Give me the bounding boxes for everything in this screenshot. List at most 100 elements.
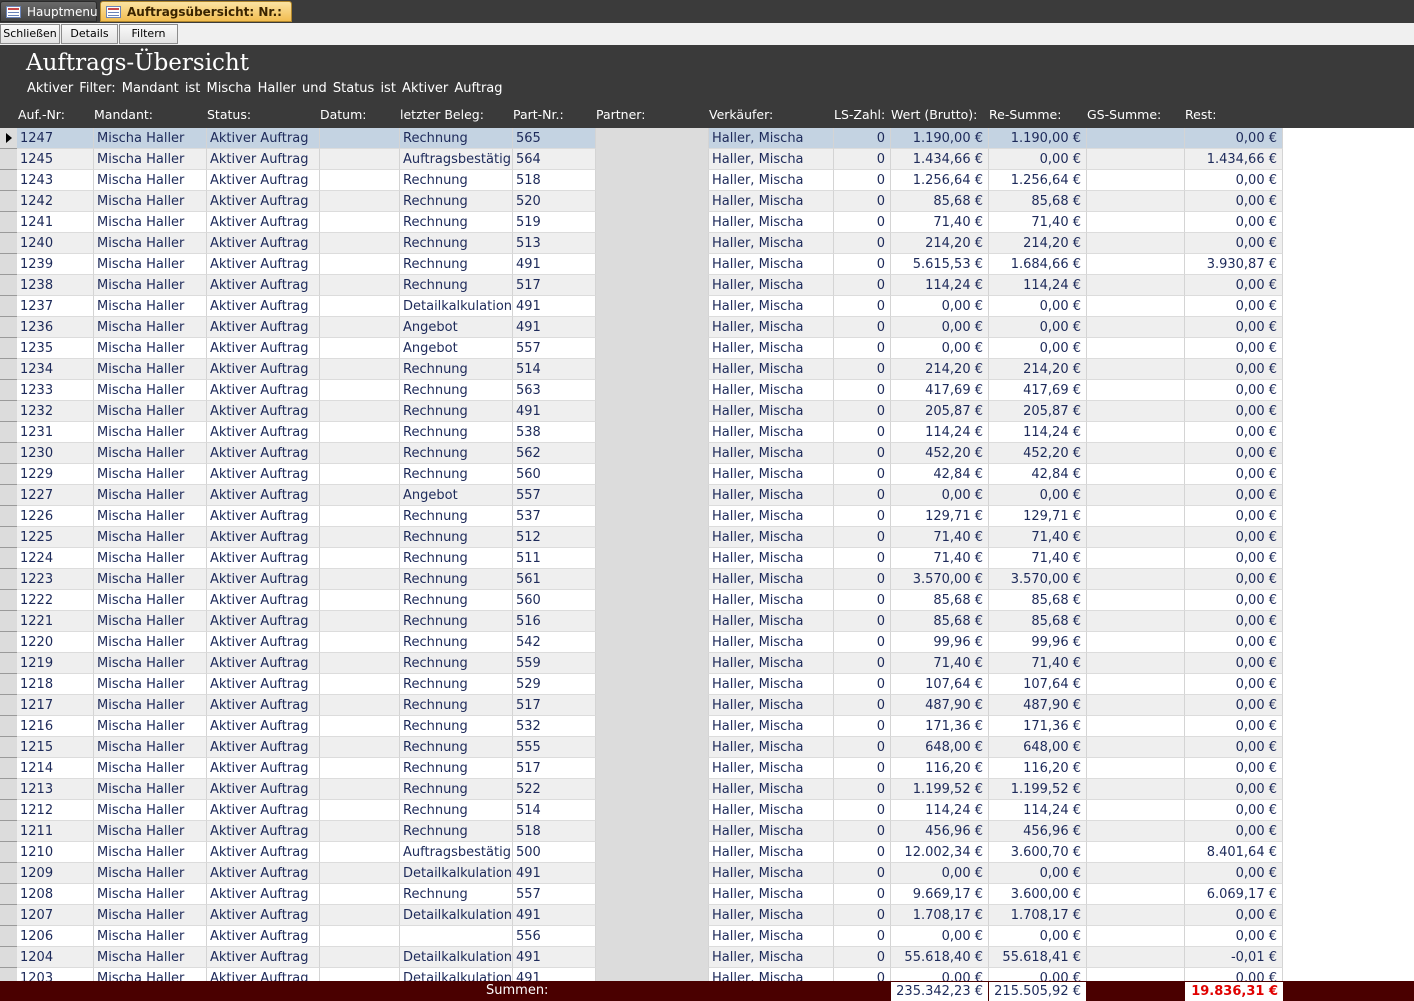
cell-mandant[interactable]: Mischa Haller — [94, 338, 207, 359]
cell-gs-summe[interactable] — [1087, 821, 1185, 842]
cell-mandant[interactable]: Mischa Haller — [94, 359, 207, 380]
redacted-partner-cell[interactable] — [596, 842, 709, 863]
cell-auf-nr[interactable]: 1235 — [17, 338, 94, 359]
cell-re-summe[interactable]: 0,00 € — [989, 485, 1087, 506]
cell-rest[interactable]: 0,00 € — [1185, 464, 1283, 485]
cell-verkaeufer[interactable]: Haller, Mischa — [709, 821, 834, 842]
cell-rest[interactable]: 0,00 € — [1185, 926, 1283, 947]
cell-gs-summe[interactable] — [1087, 632, 1185, 653]
cell-letzter-beleg[interactable]: Rechnung — [400, 506, 513, 527]
cell-rest[interactable]: 0,00 € — [1185, 212, 1283, 233]
cell-datum[interactable] — [320, 338, 400, 359]
cell-re-summe[interactable]: 1.256,64 € — [989, 170, 1087, 191]
cell-gs-summe[interactable] — [1087, 947, 1185, 968]
cell-auf-nr[interactable]: 1226 — [17, 506, 94, 527]
cell-datum[interactable] — [320, 800, 400, 821]
cell-ls-zahl[interactable]: 0 — [834, 170, 891, 191]
table-row[interactable]: 1235 Mischa Haller Aktiver Auftrag Angebot 5… — [17, 338, 1283, 359]
cell-letzter-beleg[interactable] — [400, 926, 513, 947]
redacted-partner-cell[interactable] — [596, 296, 709, 317]
cell-ls-zahl[interactable]: 0 — [834, 506, 891, 527]
redacted-partner-cell[interactable] — [596, 968, 709, 981]
cell-letzter-beleg[interactable]: Angebot — [400, 317, 513, 338]
cell-status[interactable]: Aktiver Auftrag — [207, 149, 320, 170]
cell-gs-summe[interactable] — [1087, 401, 1185, 422]
cell-verkaeufer[interactable]: Haller, Mischa — [709, 632, 834, 653]
cell-rest[interactable]: 0,00 € — [1185, 359, 1283, 380]
cell-gs-summe[interactable] — [1087, 779, 1185, 800]
redacted-partner-cell[interactable] — [596, 611, 709, 632]
redacted-partner-cell[interactable] — [596, 464, 709, 485]
table-row[interactable]: 1241 Mischa Haller Aktiver Auftrag Rechnung… — [17, 212, 1283, 233]
cell-letzter-beleg[interactable]: Rechnung — [400, 275, 513, 296]
table-row[interactable]: 1237 Mischa Haller Aktiver Auftrag Detailka… — [17, 296, 1283, 317]
cell-status[interactable]: Aktiver Auftrag — [207, 527, 320, 548]
cell-auf-nr[interactable]: 1208 — [17, 884, 94, 905]
redacted-partner-cell[interactable] — [596, 674, 709, 695]
cell-status[interactable]: Aktiver Auftrag — [207, 275, 320, 296]
cell-rest[interactable]: 0,00 € — [1185, 275, 1283, 296]
cell-verkaeufer[interactable]: Haller, Mischa — [709, 191, 834, 212]
filter-button[interactable]: Filtern — [119, 24, 178, 44]
cell-letzter-beleg[interactable]: Rechnung — [400, 212, 513, 233]
table-row[interactable]: 1240 Mischa Haller Aktiver Auftrag Rechnung… — [17, 233, 1283, 254]
table-row[interactable]: 1208 Mischa Haller Aktiver Auftrag Rechnung… — [17, 884, 1283, 905]
record-selector[interactable] — [0, 233, 17, 254]
record-selector[interactable] — [0, 842, 17, 863]
cell-datum[interactable] — [320, 401, 400, 422]
cell-verkaeufer[interactable]: Haller, Mischa — [709, 590, 834, 611]
cell-status[interactable]: Aktiver Auftrag — [207, 191, 320, 212]
cell-wert-brutto[interactable]: 71,40 € — [891, 527, 989, 548]
cell-datum[interactable] — [320, 254, 400, 275]
cell-gs-summe[interactable] — [1087, 884, 1185, 905]
cell-rest[interactable]: 0,00 € — [1185, 800, 1283, 821]
cell-status[interactable]: Aktiver Auftrag — [207, 611, 320, 632]
cell-rest[interactable]: 0,00 € — [1185, 674, 1283, 695]
cell-gs-summe[interactable] — [1087, 926, 1185, 947]
cell-re-summe[interactable]: 114,24 € — [989, 800, 1087, 821]
cell-part-nr[interactable]: 565 — [513, 128, 596, 149]
cell-ls-zahl[interactable]: 0 — [834, 653, 891, 674]
cell-verkaeufer[interactable]: Haller, Mischa — [709, 464, 834, 485]
cell-ls-zahl[interactable]: 0 — [834, 863, 891, 884]
cell-mandant[interactable]: Mischa Haller — [94, 128, 207, 149]
cell-wert-brutto[interactable]: 0,00 € — [891, 296, 989, 317]
cell-verkaeufer[interactable]: Haller, Mischa — [709, 653, 834, 674]
cell-part-nr[interactable]: 491 — [513, 296, 596, 317]
cell-mandant[interactable]: Mischa Haller — [94, 464, 207, 485]
tab-hauptmenu[interactable]: Hauptmenu — [0, 1, 98, 22]
cell-rest[interactable]: 3.930,87 € — [1185, 254, 1283, 275]
record-selector[interactable] — [0, 443, 17, 464]
cell-gs-summe[interactable] — [1087, 338, 1185, 359]
cell-letzter-beleg[interactable]: Rechnung — [400, 611, 513, 632]
cell-datum[interactable] — [320, 380, 400, 401]
cell-gs-summe[interactable] — [1087, 548, 1185, 569]
cell-re-summe[interactable]: 214,20 € — [989, 359, 1087, 380]
cell-datum[interactable] — [320, 695, 400, 716]
cell-ls-zahl[interactable]: 0 — [834, 884, 891, 905]
cell-letzter-beleg[interactable]: Detailkalkulation — [400, 905, 513, 926]
cell-mandant[interactable]: Mischa Haller — [94, 821, 207, 842]
cell-verkaeufer[interactable]: Haller, Mischa — [709, 926, 834, 947]
redacted-partner-cell[interactable] — [596, 149, 709, 170]
cell-verkaeufer[interactable]: Haller, Mischa — [709, 380, 834, 401]
cell-auf-nr[interactable]: 1203 — [17, 968, 94, 981]
redacted-partner-cell[interactable] — [596, 527, 709, 548]
cell-mandant[interactable]: Mischa Haller — [94, 149, 207, 170]
cell-mandant[interactable]: Mischa Haller — [94, 233, 207, 254]
cell-letzter-beleg[interactable]: Rechnung — [400, 632, 513, 653]
table-row[interactable]: 1229 Mischa Haller Aktiver Auftrag Rechnung… — [17, 464, 1283, 485]
record-selector[interactable] — [0, 548, 17, 569]
redacted-partner-cell[interactable] — [596, 716, 709, 737]
cell-verkaeufer[interactable]: Haller, Mischa — [709, 611, 834, 632]
table-row[interactable]: 1209 Mischa Haller Aktiver Auftrag Detailka… — [17, 863, 1283, 884]
cell-wert-brutto[interactable]: 1.434,66 € — [891, 149, 989, 170]
cell-status[interactable]: Aktiver Auftrag — [207, 926, 320, 947]
cell-rest[interactable]: 0,00 € — [1185, 485, 1283, 506]
cell-ls-zahl[interactable]: 0 — [834, 632, 891, 653]
cell-part-nr[interactable]: 491 — [513, 401, 596, 422]
record-selector[interactable] — [0, 149, 17, 170]
cell-auf-nr[interactable]: 1239 — [17, 254, 94, 275]
cell-wert-brutto[interactable]: 85,68 € — [891, 590, 989, 611]
cell-verkaeufer[interactable]: Haller, Mischa — [709, 254, 834, 275]
